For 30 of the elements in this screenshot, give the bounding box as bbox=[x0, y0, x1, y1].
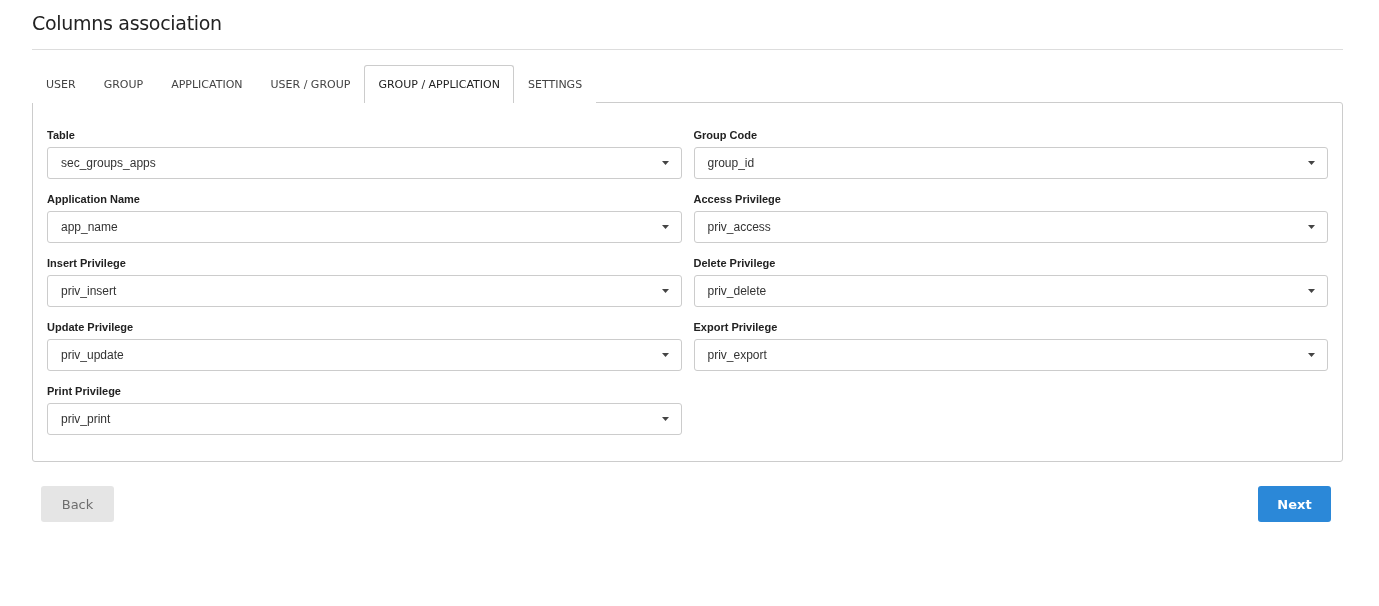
field-label: Application Name bbox=[47, 193, 141, 205]
tab[interactable]: GROUP / APPLICATION bbox=[364, 65, 514, 103]
field-label: Table bbox=[47, 129, 76, 141]
caret-icon bbox=[661, 417, 669, 421]
select-field[interactable]: group_id bbox=[693, 147, 1328, 179]
select-field[interactable]: app_name bbox=[47, 211, 682, 243]
field-label: Print Privilege bbox=[47, 385, 122, 397]
field-label: Insert Privilege bbox=[47, 257, 127, 269]
select-field[interactable]: priv_export bbox=[693, 339, 1328, 371]
select-field[interactable]: priv_print bbox=[47, 403, 682, 435]
field-label: Delete Privilege bbox=[693, 257, 777, 269]
caret-icon bbox=[1308, 225, 1315, 229]
select-field[interactable]: priv_insert bbox=[47, 275, 682, 307]
caret-icon bbox=[1308, 353, 1315, 357]
caret-icon bbox=[661, 225, 669, 229]
page-title: Columns association bbox=[32, 12, 1343, 50]
field-label: Group Code bbox=[693, 129, 759, 141]
field-label: Access Privilege bbox=[693, 193, 782, 205]
select-field[interactable]: priv_access bbox=[693, 211, 1328, 243]
caret-icon bbox=[661, 353, 669, 357]
select-field[interactable]: priv_delete bbox=[693, 275, 1328, 307]
caret-icon bbox=[661, 289, 669, 293]
select-field[interactable]: sec_groups_apps bbox=[47, 147, 682, 179]
caret-icon bbox=[661, 161, 669, 165]
caret-icon bbox=[1308, 289, 1315, 293]
next-button[interactable]: Next bbox=[1258, 486, 1331, 522]
field-label: Update Privilege bbox=[47, 321, 135, 333]
field-label: Export Privilege bbox=[693, 321, 779, 333]
select-field[interactable]: priv_update bbox=[47, 339, 682, 371]
caret-icon bbox=[1308, 161, 1315, 165]
